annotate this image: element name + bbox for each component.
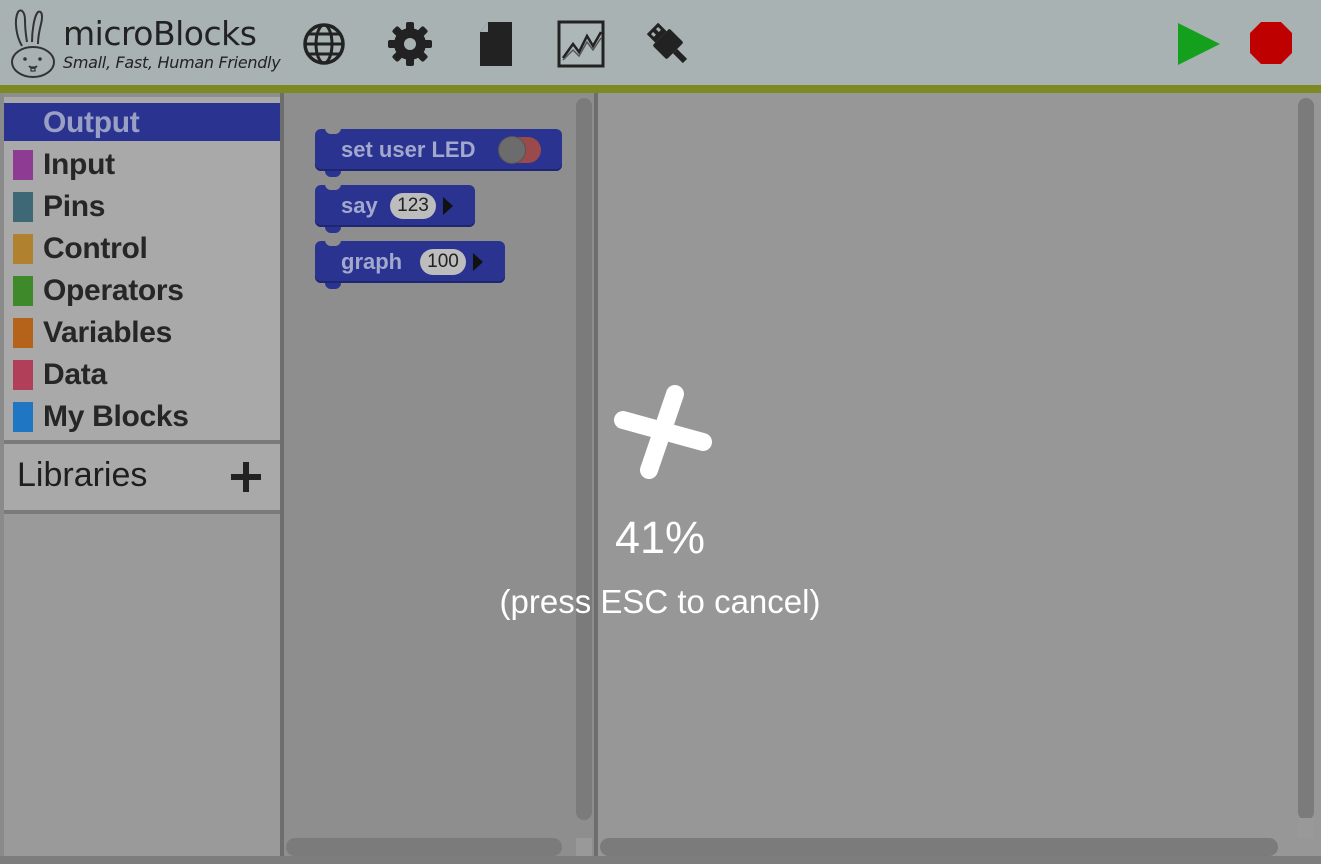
expand-arrow-icon[interactable] bbox=[443, 197, 453, 215]
scroll-corner bbox=[1298, 818, 1314, 838]
usb-icon[interactable] bbox=[644, 20, 692, 68]
graph-block[interactable]: graph 100 bbox=[315, 240, 505, 289]
category-output[interactable]: Output bbox=[4, 103, 280, 141]
category-color-swatch bbox=[13, 150, 33, 180]
toggle-knob bbox=[499, 137, 525, 163]
category-label: Output bbox=[43, 106, 140, 139]
palette-horizontal-scrollbar[interactable] bbox=[286, 838, 562, 856]
block-tab bbox=[325, 283, 341, 289]
file-icon[interactable] bbox=[472, 20, 520, 68]
block-tab bbox=[325, 227, 341, 233]
category-label: Pins bbox=[43, 190, 106, 223]
category-variables[interactable]: Variables bbox=[4, 311, 280, 353]
libraries-bar: Libraries bbox=[4, 444, 280, 510]
block-notch bbox=[325, 184, 341, 190]
category-my-blocks[interactable]: My Blocks bbox=[4, 395, 280, 437]
libraries-list bbox=[4, 514, 280, 856]
category-label: My Blocks bbox=[43, 400, 189, 433]
category-label: Control bbox=[43, 232, 148, 265]
cancel-hint: (press ESC to cancel) bbox=[499, 583, 821, 620]
category-data[interactable]: Data bbox=[4, 353, 280, 395]
gear-icon[interactable] bbox=[386, 20, 434, 68]
category-color-swatch bbox=[13, 402, 33, 432]
category-pins[interactable]: Pins bbox=[4, 185, 280, 227]
progress-percent: 41% bbox=[614, 512, 706, 563]
bottom-edge bbox=[0, 856, 1321, 864]
category-control[interactable]: Control bbox=[4, 227, 280, 269]
category-color-swatch bbox=[13, 276, 33, 306]
block-palette: set user LED say 123 graph 100 bbox=[284, 93, 594, 864]
add-library-icon[interactable] bbox=[231, 462, 261, 492]
graph-icon[interactable] bbox=[557, 20, 605, 68]
category-color-swatch bbox=[13, 192, 33, 222]
scripts-horizontal-scrollbar[interactable] bbox=[600, 838, 1278, 856]
libraries-label: Libraries bbox=[17, 456, 148, 494]
graph-arg-slot[interactable]: 100 bbox=[420, 249, 466, 275]
expand-arrow-icon[interactable] bbox=[473, 253, 483, 271]
rabbit-logo-icon bbox=[11, 9, 55, 78]
say-arg-slot[interactable]: 123 bbox=[390, 193, 436, 219]
say-block[interactable]: say 123 bbox=[315, 184, 475, 233]
block-label: say bbox=[341, 193, 378, 218]
category-label: Variables bbox=[43, 316, 173, 349]
scroll-corner bbox=[576, 838, 592, 856]
category-color-swatch bbox=[13, 360, 33, 390]
top-toolbar: microBlocks Small, Fast, Human Friendly bbox=[0, 0, 1321, 86]
category-color-swatch bbox=[13, 234, 33, 264]
category-label: Data bbox=[43, 358, 107, 391]
app-tagline: Small, Fast, Human Friendly bbox=[63, 53, 281, 72]
led-toggle[interactable] bbox=[499, 137, 541, 163]
category-label: Operators bbox=[43, 274, 184, 307]
category-input[interactable]: Input bbox=[4, 143, 280, 185]
block-label: set user LED bbox=[341, 137, 476, 162]
app-title: microBlocks bbox=[63, 14, 257, 53]
scripts-vertical-scrollbar[interactable] bbox=[1298, 98, 1314, 820]
set-user-led-block[interactable]: set user LED bbox=[315, 128, 562, 177]
category-label: Input bbox=[43, 148, 115, 181]
run-icon[interactable] bbox=[1174, 20, 1224, 68]
progress-spinner-icon bbox=[614, 385, 712, 479]
category-operators[interactable]: Operators bbox=[4, 269, 280, 311]
stop-icon[interactable] bbox=[1247, 19, 1295, 67]
palette-vertical-scrollbar[interactable] bbox=[576, 98, 592, 820]
block-label: graph bbox=[341, 249, 403, 274]
block-notch bbox=[325, 240, 341, 246]
category-color-swatch bbox=[13, 318, 33, 348]
toolbar-stripe bbox=[0, 85, 1321, 93]
block-notch bbox=[325, 128, 341, 134]
category-list: Output Input Pins Control Operators Vari… bbox=[4, 97, 280, 441]
globe-icon[interactable] bbox=[300, 20, 348, 68]
block-tab bbox=[325, 171, 341, 177]
